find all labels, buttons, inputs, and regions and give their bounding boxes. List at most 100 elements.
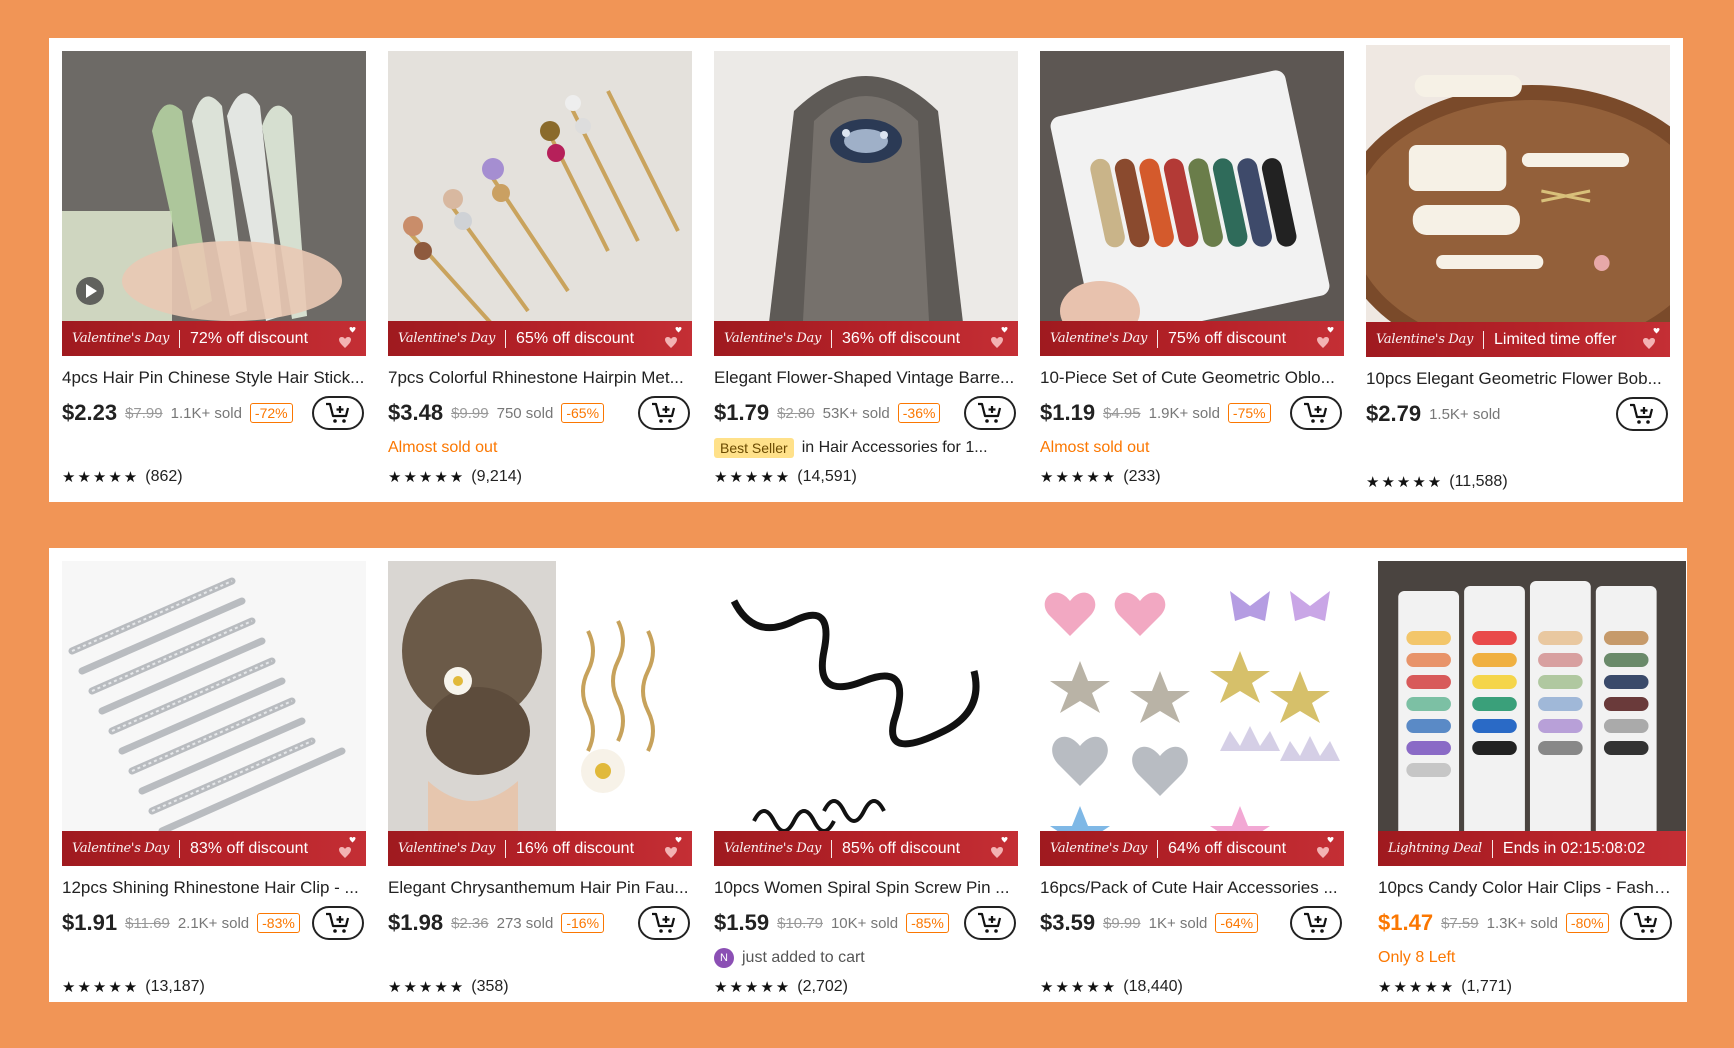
add-to-cart-button[interactable]: [638, 396, 690, 430]
product-card[interactable]: Valentine's Day 75% off discount 10-Piec…: [1040, 51, 1344, 502]
product-title[interactable]: 12pcs Shining Rhinestone Hair Clip - ...: [62, 878, 366, 898]
product-card[interactable]: Valentine's Day Limited time offer 10pcs…: [1366, 45, 1670, 502]
user-avatar: N: [714, 948, 734, 968]
product-image[interactable]: Valentine's Day 36% off discount: [714, 51, 1018, 356]
product-card[interactable]: Valentine's Day 83% off discount 12pcs S…: [62, 561, 366, 1002]
price-row: $1.79 $2.80 53K+ sold -36%: [714, 396, 1018, 430]
stars-icon: ★★★★★: [1040, 979, 1118, 996]
add-to-cart-button[interactable]: [964, 906, 1016, 940]
valentines-day-logo: Valentine's Day: [1376, 332, 1474, 347]
product-card[interactable]: Valentine's Day 16% off discount Elegant…: [388, 561, 692, 1002]
hearts-icon: [1317, 327, 1334, 348]
cart-plus-icon: [652, 402, 676, 423]
add-to-cart-button[interactable]: [1620, 906, 1672, 940]
sold-count: 53K+ sold: [822, 404, 890, 422]
product-image[interactable]: Lightning Deal Ends in 02:15:08:02: [1378, 561, 1686, 866]
valentines-day-logo: Valentine's Day: [72, 841, 170, 856]
sold-count: 750 sold: [496, 404, 554, 422]
original-price: $7.99: [125, 404, 163, 422]
price-row: $1.59 $10.79 10K+ sold -85%: [714, 906, 1018, 940]
review-count: (11,588): [1449, 473, 1508, 490]
cart-plus-icon: [1304, 402, 1328, 423]
product-row-2: Valentine's Day 83% off discount 12pcs S…: [49, 548, 1687, 1002]
rating: ★★★★★ (9,214): [388, 468, 692, 486]
discount-badge: -36%: [897, 403, 941, 423]
add-to-cart-button[interactable]: [312, 396, 364, 430]
rating: ★★★★★ (2,702): [714, 978, 1018, 996]
hearts-icon: [991, 327, 1008, 348]
product-title[interactable]: Elegant Chrysanthemum Hair Pin Fau...: [388, 878, 692, 898]
hearts-icon: [991, 837, 1008, 858]
product-image[interactable]: Valentine's Day 75% off discount: [1040, 51, 1344, 356]
deal-text: 65% off discount: [516, 329, 635, 347]
product-card[interactable]: Lightning Deal Ends in 02:15:08:02 10pcs…: [1366, 561, 1686, 1002]
product-title[interactable]: 10pcs Candy Color Hair Clips - Fashio...: [1378, 878, 1674, 898]
extra-info: [1366, 439, 1670, 459]
best-seller-info[interactable]: Best Seller in Hair Accessories for 1...: [714, 438, 1018, 458]
product-title[interactable]: 10pcs Elegant Geometric Flower Bob...: [1366, 369, 1670, 389]
product-image[interactable]: Valentine's Day 65% off discount: [388, 51, 692, 356]
product-card[interactable]: Valentine's Day 85% off discount 10pcs W…: [714, 561, 1018, 1002]
stars-icon: ★★★★★: [62, 979, 140, 996]
valentines-day-logo: Valentine's Day: [724, 331, 822, 346]
price-row: $2.79 1.5K+ sold: [1366, 397, 1670, 431]
product-image[interactable]: Valentine's Day Limited time offer: [1366, 45, 1670, 357]
product-title[interactable]: 16pcs/Pack of Cute Hair Accessories ...: [1040, 878, 1344, 898]
stars-icon: ★★★★★: [388, 979, 466, 996]
cart-plus-icon: [326, 402, 350, 423]
deal-text: Limited time offer: [1494, 330, 1617, 348]
price: $1.59: [714, 910, 770, 935]
cart-plus-icon: [978, 402, 1002, 423]
price: $1.91: [62, 910, 118, 935]
rating: ★★★★★ (13,187): [62, 978, 366, 996]
deal-banner: Valentine's Day 64% off discount: [1040, 831, 1344, 866]
review-count: (9,214): [471, 468, 522, 485]
product-card[interactable]: Valentine's Day 65% off discount 7pcs Co…: [388, 51, 692, 502]
sold-count: 2.1K+ sold: [177, 914, 250, 932]
product-card[interactable]: Valentine's Day 72% off discount 4pcs Ha…: [62, 51, 366, 502]
product-image[interactable]: Valentine's Day 16% off discount: [388, 561, 692, 866]
deal-text: 72% off discount: [190, 329, 309, 347]
add-to-cart-button[interactable]: [1290, 906, 1342, 940]
add-to-cart-button[interactable]: [1616, 397, 1668, 431]
urgency-text: Almost sold out: [1040, 439, 1150, 456]
category-link[interactable]: in Hair Accessories for 1...: [802, 439, 988, 457]
hearts-icon: [665, 327, 682, 348]
valentines-day-logo: Valentine's Day: [398, 841, 496, 856]
original-price: $2.36: [451, 914, 489, 932]
rating: ★★★★★ (14,591): [714, 468, 1018, 486]
product-image[interactable]: Valentine's Day 83% off discount: [62, 561, 366, 866]
discount-badge: -75%: [1227, 403, 1271, 423]
product-card[interactable]: Valentine's Day 36% off discount Elegant…: [714, 51, 1018, 502]
rating: ★★★★★ (862): [62, 468, 366, 486]
extra-info: [62, 438, 366, 458]
product-title[interactable]: 10pcs Women Spiral Spin Screw Pin ...: [714, 878, 1018, 898]
add-to-cart-button[interactable]: [1290, 396, 1342, 430]
cart-plus-icon: [978, 912, 1002, 933]
product-image[interactable]: Valentine's Day 64% off discount: [1040, 561, 1344, 866]
deal-banner: Lightning Deal Ends in 02:15:08:02: [1378, 831, 1686, 866]
price: $2.23: [62, 400, 118, 425]
product-image[interactable]: Valentine's Day 85% off discount: [714, 561, 1018, 866]
add-to-cart-button[interactable]: [312, 906, 364, 940]
cart-plus-icon: [1630, 403, 1654, 424]
product-row-1: Valentine's Day 72% off discount 4pcs Ha…: [49, 38, 1683, 502]
add-to-cart-button[interactable]: [964, 396, 1016, 430]
product-title[interactable]: 10-Piece Set of Cute Geometric Oblo...: [1040, 368, 1344, 388]
deal-text: 75% off discount: [1168, 329, 1287, 347]
product-image[interactable]: Valentine's Day 72% off discount: [62, 51, 366, 356]
rating: ★★★★★ (233): [1040, 468, 1344, 486]
stock-warning: Only 8 Left: [1378, 949, 1456, 966]
stars-icon: ★★★★★: [1378, 979, 1456, 996]
rating: ★★★★★ (1,771): [1378, 978, 1674, 996]
valentines-day-logo: Valentine's Day: [1050, 331, 1148, 346]
price-row: $3.48 $9.99 750 sold -65%: [388, 396, 692, 430]
hearts-icon: [339, 327, 356, 348]
product-title[interactable]: 4pcs Hair Pin Chinese Style Hair Stick..…: [62, 368, 366, 388]
discount-badge: -72%: [249, 403, 293, 423]
product-card[interactable]: Valentine's Day 64% off discount 16pcs/P…: [1040, 561, 1344, 1002]
deal-text: 85% off discount: [842, 839, 961, 857]
product-title[interactable]: 7pcs Colorful Rhinestone Hairpin Met...: [388, 368, 692, 388]
add-to-cart-button[interactable]: [638, 906, 690, 940]
product-title[interactable]: Elegant Flower-Shaped Vintage Barre...: [714, 368, 1018, 388]
